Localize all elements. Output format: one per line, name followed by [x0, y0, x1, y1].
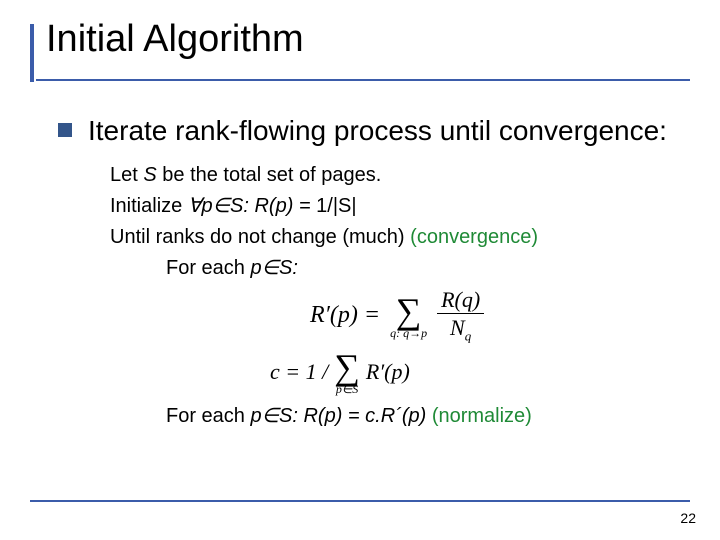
- algo-line-5: For each p∈S: R(p) = c.R´(p) (normalize): [110, 401, 680, 432]
- den-sub: q: [465, 328, 472, 343]
- den-N: N: [450, 315, 465, 340]
- formula-c: c = 1 / ∑ p∈S R′(p): [270, 349, 680, 395]
- algo-note-normalize: (normalize): [426, 405, 532, 427]
- fraction-denominator: Nq: [446, 316, 475, 343]
- bullet-square-icon: [58, 123, 72, 137]
- bullet-item: Iterate rank-flowing process until conve…: [58, 113, 680, 148]
- page-number: 22: [680, 510, 696, 526]
- algo-text: be the total set of pages.: [157, 164, 382, 186]
- slide: Initial Algorithm Iterate rank-flowing p…: [0, 0, 720, 540]
- algo-text: 1/|S|: [316, 195, 356, 217]
- algo-line-3: Until ranks do not change (much) (conver…: [110, 222, 680, 253]
- algo-text: Until ranks do not change (much): [110, 226, 410, 248]
- sum-subscript: q: q→p: [390, 327, 427, 339]
- title-accent-bar: [30, 24, 34, 82]
- formula-block: R′(p) = ∑ q: q→p R(q) Nq c = 1 /: [110, 284, 680, 401]
- sigma-icon: ∑: [396, 293, 422, 329]
- formula-lhs: R′(p) =: [310, 297, 380, 334]
- algo-text: Initialize: [110, 195, 188, 217]
- fraction-bar: [437, 313, 484, 314]
- bullet-text: Iterate rank-flowing process until conve…: [88, 113, 667, 148]
- slide-title: Initial Algorithm: [36, 18, 690, 75]
- algo-note-convergence: (convergence): [410, 226, 538, 248]
- fraction-numerator: R(q): [437, 288, 484, 311]
- algo-line-2: Initialize ∀p∈S: R(p) = 1/|S|: [110, 191, 680, 222]
- c-lhs: c = 1 /: [270, 355, 328, 389]
- algo-text: For each p∈S:: [166, 257, 298, 279]
- bottom-rule: [30, 500, 690, 502]
- sum-symbol-2: ∑ p∈S: [334, 349, 360, 395]
- formula-rprime: R′(p) = ∑ q: q→p R(q) Nq: [310, 288, 680, 343]
- algo-line-4: For each p∈S:: [110, 253, 680, 284]
- slide-body: Iterate rank-flowing process until conve…: [30, 81, 690, 432]
- sigma-icon: ∑: [334, 349, 360, 385]
- algorithm-block: Let S be the total set of pages. Initial…: [58, 148, 680, 432]
- sum2-term: R′(p): [366, 355, 410, 389]
- algo-expr: p∈S: R(p) = c.R´(p): [250, 405, 426, 427]
- fraction: R(q) Nq: [437, 288, 484, 343]
- title-underline: [36, 79, 690, 81]
- algo-var-S: S: [143, 164, 156, 186]
- sum-symbol: ∑ q: q→p: [390, 293, 427, 339]
- algo-text: For each: [166, 405, 250, 427]
- algo-text: Let: [110, 164, 143, 186]
- sum2-subscript: p∈S: [336, 383, 358, 395]
- algo-expr: ∀p∈S: R(p) =: [188, 195, 316, 217]
- algo-line-1: Let S be the total set of pages.: [110, 160, 680, 191]
- title-block: Initial Algorithm: [30, 18, 690, 81]
